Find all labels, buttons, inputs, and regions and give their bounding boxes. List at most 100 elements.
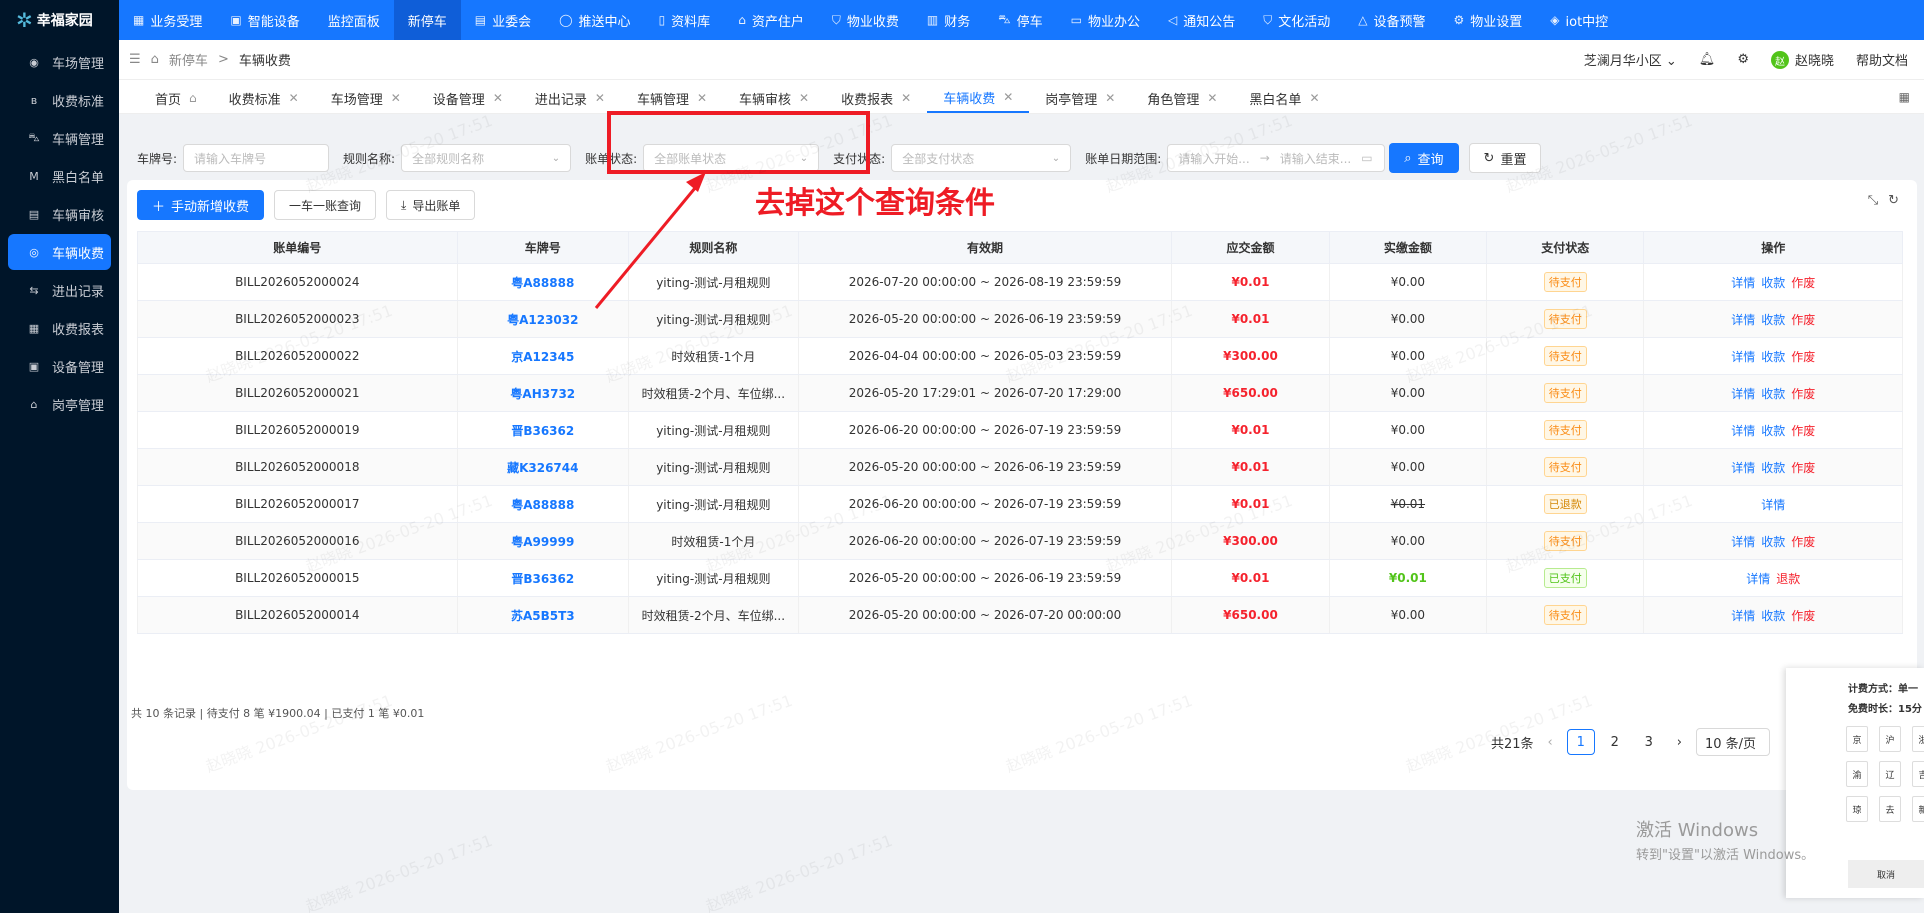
top-nav-item[interactable]: ▤ 业委会 bbox=[461, 0, 545, 40]
rule-select[interactable]: 全部规则名称 ⌄ bbox=[401, 144, 572, 172]
page-size-select[interactable]: 10 条/页 bbox=[1695, 728, 1770, 756]
top-nav-item[interactable]: ⛉ 文化活动 bbox=[1249, 0, 1344, 40]
sidebar-item[interactable]: ▤ 车辆审核 bbox=[8, 196, 111, 232]
keyboard-cancel-button[interactable]: 取消 bbox=[1848, 860, 1924, 888]
top-nav-item[interactable]: 监控面板 bbox=[314, 0, 394, 40]
action-void-link[interactable]: 作废 bbox=[1791, 535, 1815, 549]
home-icon[interactable]: ⌂ bbox=[151, 52, 159, 67]
plate-input[interactable]: 请输入车牌号 bbox=[183, 144, 330, 172]
page-number[interactable]: 1 bbox=[1566, 729, 1595, 755]
top-nav-item[interactable]: ◁ 通知公告 bbox=[1154, 0, 1249, 40]
close-icon[interactable]: ✕ bbox=[595, 91, 605, 105]
action-detail-link[interactable]: 详情 bbox=[1731, 461, 1755, 475]
top-nav-item[interactable]: ▣ 智能设备 bbox=[216, 0, 313, 40]
page-tab[interactable]: 首页 ⌂ bbox=[139, 83, 213, 113]
keyboard-key[interactable]: 渝 bbox=[1846, 761, 1868, 787]
gear-icon[interactable]: ⚙ bbox=[1737, 52, 1749, 67]
export-button[interactable]: ⤓ 导出账单 bbox=[386, 190, 476, 220]
page-number[interactable]: 2 bbox=[1601, 729, 1629, 755]
plate-link[interactable]: 粤AH3732 bbox=[456, 374, 630, 412]
keyboard-key[interactable]: 京 bbox=[1846, 726, 1868, 752]
plate-link[interactable]: 京A12345 bbox=[456, 337, 630, 375]
action-detail-link[interactable]: 详情 bbox=[1746, 572, 1770, 586]
action-detail-link[interactable]: 详情 bbox=[1731, 424, 1755, 438]
keyboard-key[interactable]: 琼 bbox=[1846, 796, 1868, 822]
close-icon[interactable]: ✕ bbox=[289, 91, 299, 105]
page-tab[interactable]: 车场管理 ✕ bbox=[315, 83, 417, 113]
top-nav-item[interactable]: ⚙ 物业设置 bbox=[1440, 0, 1537, 40]
action-collect-link[interactable]: 收款 bbox=[1761, 387, 1785, 401]
prev-page-icon[interactable]: ‹ bbox=[1548, 735, 1553, 750]
sidebar-item[interactable]: ⌂ 岗亭管理 bbox=[8, 386, 111, 422]
sidebar-item[interactable]: M 黑白名单 bbox=[8, 158, 111, 194]
page-tab[interactable]: 进出记录 ✕ bbox=[519, 83, 621, 113]
sidebar-item[interactable]: ⇆ 进出记录 bbox=[8, 272, 111, 308]
close-icon[interactable]: ✕ bbox=[1207, 91, 1217, 105]
plate-link[interactable]: 苏A5B5T3 bbox=[456, 596, 630, 634]
reset-button[interactable]: ↻ 重置 bbox=[1468, 143, 1542, 173]
action-void-link[interactable]: 作废 bbox=[1791, 276, 1815, 290]
action-void-link[interactable]: 作废 bbox=[1791, 350, 1815, 364]
sidebar-item[interactable]: ▦ 收费报表 bbox=[8, 310, 111, 346]
one-car-query-button[interactable]: 一车一账查询 bbox=[274, 190, 377, 220]
page-number[interactable]: 3 bbox=[1635, 729, 1663, 755]
layout-grid-icon[interactable]: ▦ bbox=[1899, 90, 1910, 104]
top-nav-item[interactable]: 新停车 bbox=[393, 0, 461, 40]
close-icon[interactable]: ✕ bbox=[697, 91, 707, 105]
top-nav-item[interactable]: ▦ 业务受理 bbox=[119, 0, 216, 40]
action-collect-link[interactable]: 收款 bbox=[1761, 350, 1785, 364]
action-refund-link[interactable]: 退款 bbox=[1776, 572, 1800, 586]
action-collect-link[interactable]: 收款 bbox=[1761, 424, 1785, 438]
sidebar-item[interactable]: ▣ 设备管理 bbox=[8, 348, 111, 384]
top-nav-item[interactable]: ▭ 物业办公 bbox=[1057, 0, 1154, 40]
action-detail-link[interactable]: 详情 bbox=[1731, 350, 1755, 364]
top-nav-item[interactable]: ⛉ 物业收费 bbox=[818, 0, 913, 40]
close-icon[interactable]: ✕ bbox=[901, 91, 911, 105]
sidebar-item[interactable]: ◉ 车场管理 bbox=[8, 44, 111, 80]
brand-logo[interactable]: ✲ 幸福家园 bbox=[0, 0, 119, 40]
action-collect-link[interactable]: 收款 bbox=[1761, 313, 1785, 327]
keyboard-key[interactable]: 辽 bbox=[1879, 761, 1901, 787]
page-tab[interactable]: 设备管理 ✕ bbox=[417, 83, 519, 113]
plate-link[interactable]: 粤A123032 bbox=[456, 300, 630, 338]
top-nav-item[interactable]: ◯ 推送中心 bbox=[545, 0, 644, 40]
page-tab[interactable]: 车辆收费 ✕ bbox=[927, 83, 1030, 113]
help-docs-link[interactable]: 帮助文档 bbox=[1856, 50, 1908, 69]
action-detail-link[interactable]: 详情 bbox=[1731, 609, 1755, 623]
sidebar-item[interactable]: ◎ 车辆收费 bbox=[8, 234, 111, 270]
plate-link[interactable]: 晋B36362 bbox=[456, 559, 630, 597]
keyboard-key[interactable]: 沪 bbox=[1879, 726, 1901, 752]
sidebar-item[interactable]: ʙ 收费标准 bbox=[8, 82, 111, 118]
collapse-menu-icon[interactable]: ☰ bbox=[129, 52, 141, 67]
page-tab[interactable]: 角色管理 ✕ bbox=[1131, 83, 1233, 113]
action-detail-link[interactable]: 详情 bbox=[1761, 498, 1785, 512]
close-icon[interactable]: ✕ bbox=[799, 91, 809, 105]
close-icon[interactable]: ✕ bbox=[1309, 91, 1319, 105]
refresh-icon[interactable]: ↻ bbox=[1888, 193, 1899, 208]
action-void-link[interactable]: 作废 bbox=[1791, 313, 1815, 327]
page-tab[interactable]: 岗亭管理 ✕ bbox=[1029, 83, 1131, 113]
action-detail-link[interactable]: 详情 bbox=[1731, 387, 1755, 401]
next-page-icon[interactable]: › bbox=[1677, 735, 1682, 750]
user-menu[interactable]: 赵赵晓晓 bbox=[1770, 50, 1834, 70]
top-nav-item[interactable]: ◈ iot中控 bbox=[1536, 0, 1622, 40]
action-detail-link[interactable]: 详情 bbox=[1731, 313, 1755, 327]
close-icon[interactable]: ✕ bbox=[1105, 91, 1115, 105]
plate-link[interactable]: 晋B36362 bbox=[456, 411, 630, 449]
query-button[interactable]: ⌕ 查询 bbox=[1389, 143, 1459, 173]
top-nav-item[interactable]: ⌂ 资产住户 bbox=[724, 0, 818, 40]
keyboard-key[interactable]: 新 bbox=[1912, 796, 1924, 822]
page-tab[interactable]: 黑白名单 ✕ bbox=[1233, 83, 1335, 113]
action-collect-link[interactable]: 收款 bbox=[1761, 609, 1785, 623]
community-select[interactable]: 芝澜月华小区 ⌄ bbox=[1584, 50, 1677, 69]
action-void-link[interactable]: 作废 bbox=[1791, 387, 1815, 401]
keyboard-key[interactable]: 浙 bbox=[1912, 726, 1924, 752]
action-collect-link[interactable]: 收款 bbox=[1761, 535, 1785, 549]
plate-link[interactable]: 粤A99999 bbox=[456, 522, 630, 560]
action-detail-link[interactable]: 详情 bbox=[1731, 276, 1755, 290]
close-icon[interactable]: ✕ bbox=[391, 91, 401, 105]
add-charge-button[interactable]: ＋ 手动新增收费 bbox=[137, 190, 265, 220]
action-void-link[interactable]: 作废 bbox=[1791, 609, 1815, 623]
action-collect-link[interactable]: 收款 bbox=[1761, 461, 1785, 475]
pay-status-select[interactable]: 全部支付状态 ⌄ bbox=[891, 144, 1072, 172]
